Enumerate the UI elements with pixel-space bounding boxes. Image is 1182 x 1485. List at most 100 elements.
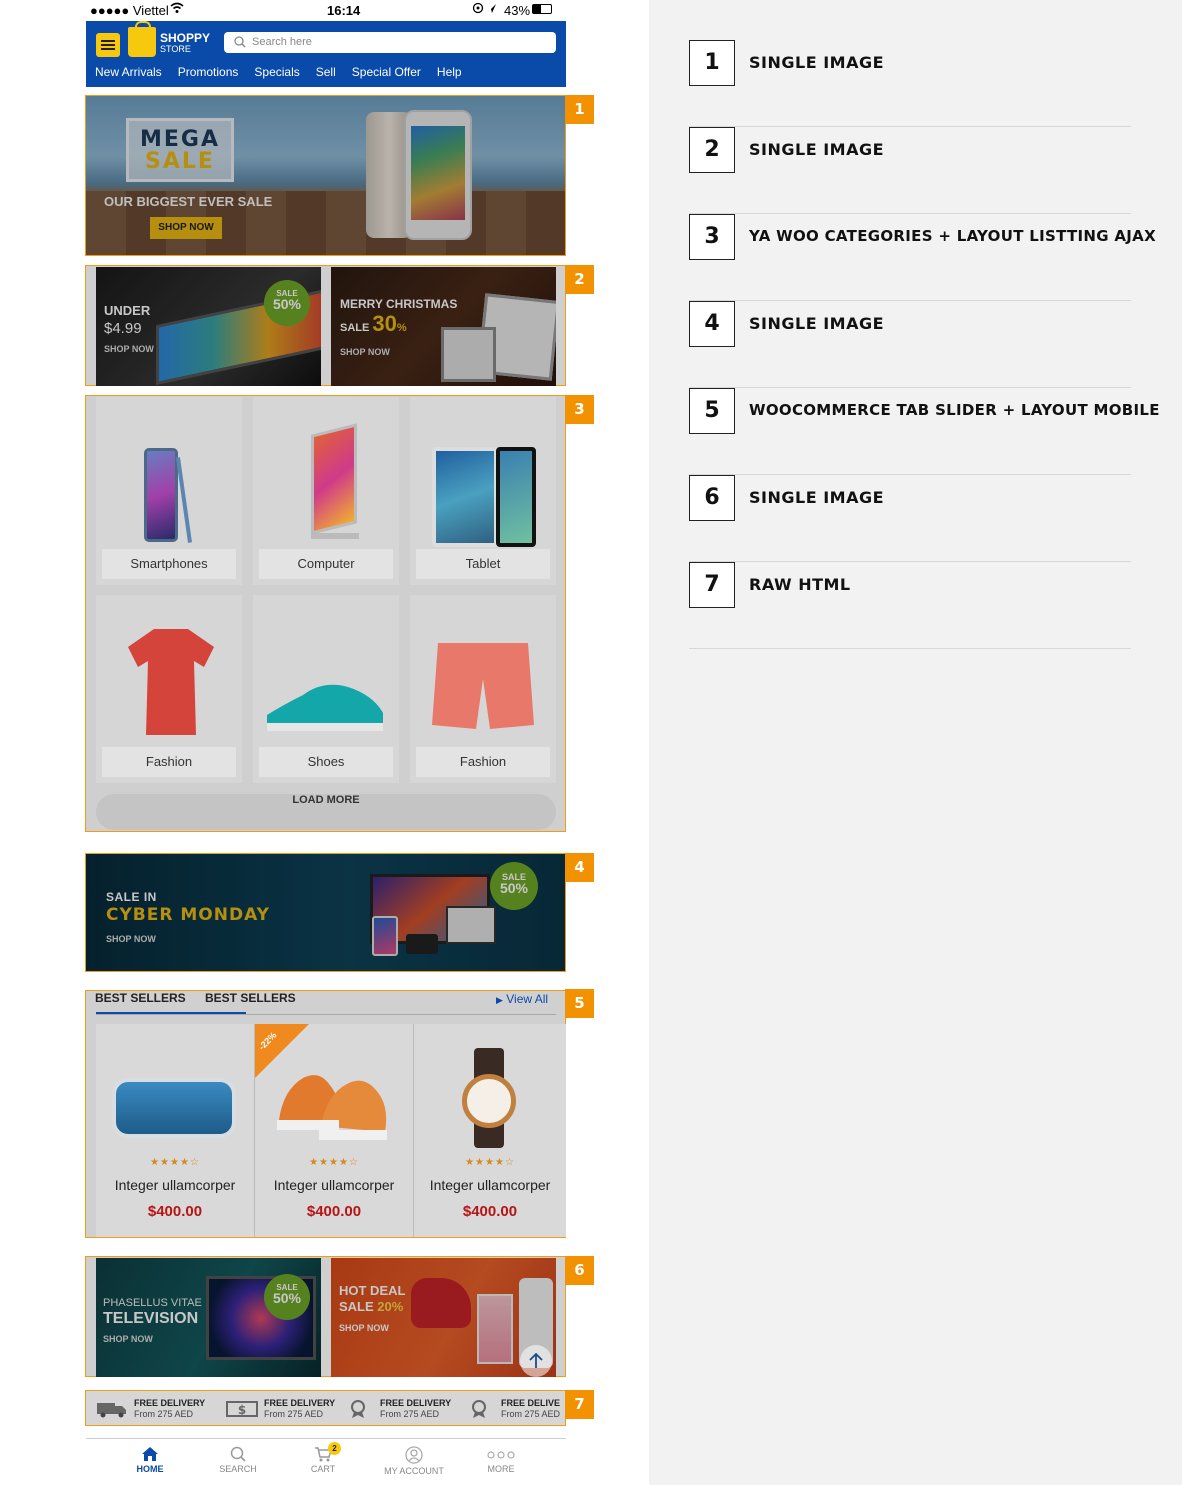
- scroll-top-button[interactable]: [520, 1345, 552, 1377]
- user-icon: [405, 1446, 423, 1464]
- feature-sub: From 275 AED: [134, 1409, 194, 1419]
- svg-text:$: $: [238, 1403, 246, 1417]
- feature-title: FREE DELIVERY: [134, 1398, 206, 1408]
- product-card[interactable]: ★★★★☆ Integer ullamcorper $400.00: [414, 1024, 566, 1237]
- shop-now-link[interactable]: SHOP NOW: [104, 344, 154, 354]
- sale-badge-value: 50%: [272, 1290, 302, 1306]
- legend-row: 2 SINGLE IMAGE: [689, 127, 1131, 214]
- feature-title: FREE DELIVERY: [264, 1398, 336, 1408]
- category-card-smartphones[interactable]: Smartphones: [96, 397, 242, 585]
- legend-number: 6: [689, 475, 735, 521]
- cart-count-badge: 2: [328, 1442, 341, 1455]
- battery-icon: [532, 4, 552, 14]
- feature-title: FREE DELIVE: [501, 1398, 561, 1408]
- nav-help[interactable]: Help: [437, 65, 462, 79]
- feature-sub: From 275 AED: [264, 1409, 324, 1419]
- nav-specials[interactable]: Specials: [254, 65, 299, 79]
- home-icon: [142, 1447, 158, 1461]
- tab-label: MORE: [487, 1464, 515, 1474]
- legend-number: 7: [689, 562, 735, 608]
- nav-special-offer[interactable]: Special Offer: [352, 65, 421, 79]
- sale-value: 30: [372, 311, 397, 336]
- legend-number: 2: [689, 127, 735, 173]
- category-card-fashion-shirt[interactable]: Fashion: [96, 595, 242, 783]
- nav-promotions[interactable]: Promotions: [178, 65, 239, 79]
- sale-badge-value: 50%: [272, 296, 302, 312]
- category-card-tablet[interactable]: Tablet: [410, 397, 556, 585]
- search-placeholder: Search here: [252, 36, 312, 48]
- legend-row: 7 RAW HTML: [689, 562, 1131, 649]
- product-name[interactable]: Integer ullamcorper: [414, 1177, 566, 1193]
- shop-now-link[interactable]: SHOP NOW: [106, 934, 156, 944]
- product-name[interactable]: Integer ullamcorper: [255, 1177, 413, 1193]
- under-price-banner[interactable]: UNDER $4.99 SHOP NOW SALE 50%: [96, 267, 321, 386]
- load-more-button[interactable]: LOAD MORE: [96, 794, 556, 830]
- search-icon: [234, 36, 246, 48]
- shop-now-link[interactable]: SHOP NOW: [339, 1323, 389, 1333]
- wifi-icon: [170, 2, 184, 17]
- view-all-link[interactable]: ▶ View All: [496, 992, 548, 1006]
- sale-in-text: SALE IN: [106, 890, 157, 904]
- category-label: Computer: [259, 549, 393, 579]
- stylus-image: [176, 457, 192, 543]
- nav-new-arrivals[interactable]: New Arrivals: [95, 65, 162, 79]
- tablet-white-image: [432, 447, 498, 547]
- tab-best-sellers-2[interactable]: BEST SELLERS: [205, 991, 296, 1005]
- feature-item: FREE DELIVERY From 275 AED: [342, 1398, 451, 1422]
- logo[interactable]: SHOPPY STORE: [160, 32, 210, 54]
- camera-image: [406, 934, 438, 954]
- caret-right-icon: ▶: [496, 995, 503, 1005]
- nav-sell[interactable]: Sell: [316, 65, 336, 79]
- tab-best-sellers-1[interactable]: BEST SELLERS: [95, 991, 186, 1005]
- feature-item: FREE DELIVERY From 275 AED: [96, 1398, 205, 1422]
- under-price: $4.99: [104, 320, 142, 337]
- category-card-computer[interactable]: Computer: [253, 397, 399, 585]
- block-number-badge: 3: [565, 395, 594, 424]
- tab-cart[interactable]: 2 CART: [288, 1442, 358, 1474]
- sale-title: SALE: [145, 149, 215, 174]
- cyber-monday-banner[interactable]: SALE IN CYBER MONDAY SHOP NOW SALE 50%: [85, 853, 566, 972]
- app-header: SHOPPY STORE Search here New Arrivals Pr…: [86, 21, 566, 87]
- tab-my-account[interactable]: MY ACCOUNT: [379, 1446, 449, 1476]
- feature-sub: From 275 AED: [380, 1409, 440, 1419]
- christmas-sale: SALE 30%: [340, 311, 407, 337]
- search-input[interactable]: Search here: [224, 32, 556, 53]
- tab-home[interactable]: HOME: [115, 1446, 185, 1474]
- shop-now-link[interactable]: SHOP NOW: [103, 1334, 153, 1344]
- tab-more[interactable]: MORE: [466, 1446, 536, 1474]
- mega-sale-banner[interactable]: MEGA SALE OUR BIGGEST EVER SALE SHOP NOW: [85, 95, 566, 256]
- feature-item: $ FREE DELIVERY From 275 AED: [226, 1398, 335, 1422]
- hamburger-menu-icon[interactable]: [96, 33, 120, 57]
- rating-stars: ★★★★☆: [150, 1157, 200, 1168]
- product-card[interactable]: ★★★★☆ Integer ullamcorper $400.00: [96, 1024, 255, 1237]
- speaker-image: [112, 1078, 236, 1138]
- category-label: Fashion: [416, 747, 550, 777]
- shop-now-link[interactable]: SHOP NOW: [340, 347, 390, 357]
- tab-label: CART: [310, 1464, 336, 1474]
- television-banner[interactable]: PHASELLUS VITAE TELEVISION SHOP NOW SALE…: [96, 1258, 321, 1377]
- feature-sub: From 275 AED: [501, 1409, 561, 1419]
- category-label: Smartphones: [102, 549, 236, 579]
- legend-row: 6 SINGLE IMAGE: [689, 475, 1131, 562]
- christmas-title: MERRY CHRISTMAS: [340, 297, 458, 311]
- product-card[interactable]: -22% ★★★★☆ Integer ullamcorper $400.00: [255, 1024, 414, 1237]
- christmas-sale-banner[interactable]: MERRY CHRISTMAS SALE 30% SHOP NOW: [331, 267, 556, 386]
- category-card-shoes[interactable]: Shoes: [253, 595, 399, 783]
- sale-badge-value: 50%: [499, 880, 529, 896]
- product-name[interactable]: Integer ullamcorper: [96, 1177, 254, 1193]
- shop-now-button[interactable]: SHOP NOW: [150, 217, 222, 239]
- block-number-badge: 4: [565, 853, 594, 882]
- award-icon: [472, 1400, 486, 1418]
- feature-item: FREE DELIVE From 275 AED: [463, 1398, 560, 1422]
- legend-number: 3: [689, 214, 735, 260]
- legend-row: 3 YA WOO CATEGORIES + LAYOUT LISTTING AJ…: [689, 214, 1156, 301]
- clock: 16:14: [327, 3, 361, 18]
- sale-word: SALE: [340, 322, 370, 334]
- logo-sub-text: STORE: [160, 44, 191, 54]
- carrier-label: ●●●●● Viettel: [90, 3, 169, 18]
- legend-label: SINGLE IMAGE: [749, 314, 885, 333]
- category-card-fashion-shorts[interactable]: Fashion: [410, 595, 556, 783]
- feature-title: FREE DELIVERY: [380, 1398, 452, 1408]
- legend-panel: 1 SINGLE IMAGE 2 SINGLE IMAGE 3 YA WOO C…: [649, 0, 1182, 1485]
- tab-search[interactable]: SEARCH: [203, 1446, 273, 1474]
